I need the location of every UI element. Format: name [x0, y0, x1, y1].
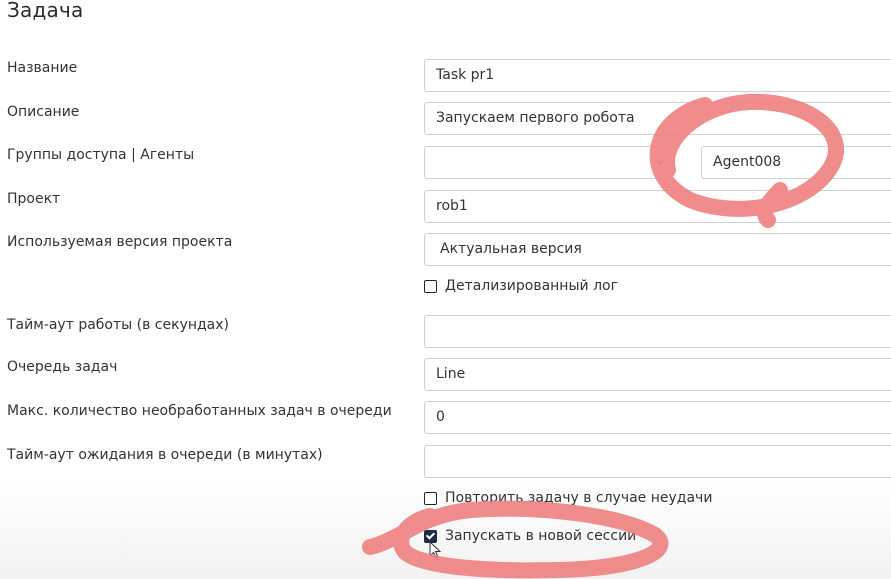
agent-select[interactable]: Agent008	[701, 146, 891, 179]
queue-label: Очередь задач	[7, 359, 118, 375]
description-input[interactable]: Запускаем первого робота	[424, 102, 891, 135]
project-version-label: Используемая версия проекта	[7, 234, 233, 250]
new-session-option[interactable]: Запускать в новой сессии	[424, 528, 636, 544]
project-input[interactable]: rob1	[424, 190, 891, 223]
page-title: Задача	[7, 0, 84, 22]
queue-wait-timeout-input[interactable]	[424, 445, 891, 478]
retry-on-failure-label: Повторить задачу в случае неудачи	[445, 490, 713, 506]
name-input[interactable]: Task pr1	[424, 59, 891, 92]
retry-on-failure-option[interactable]: Повторить задачу в случае неудачи	[424, 490, 712, 506]
project-version-select[interactable]: Актуальная версия	[424, 233, 891, 266]
detailed-log-option[interactable]: Детализированный лог	[424, 278, 618, 294]
queue-select[interactable]: Line	[424, 358, 891, 391]
access-group-select[interactable]	[424, 146, 671, 179]
timeout-input[interactable]	[424, 315, 891, 348]
access-groups-label: Группы доступа | Агенты	[7, 147, 195, 163]
name-label: Название	[7, 60, 78, 76]
queue-wait-timeout-label: Тайм-аут ожидания в очереди (в минутах)	[7, 447, 323, 463]
chevron-down-icon	[656, 161, 664, 166]
timeout-label: Тайм-аут работы (в секундах)	[7, 317, 230, 333]
project-label: Проект	[7, 191, 61, 207]
mouse-cursor-icon	[429, 541, 442, 559]
description-label: Описание	[7, 104, 80, 120]
new-session-label: Запускать в новой сессии	[445, 528, 637, 544]
detailed-log-label: Детализированный лог	[445, 278, 618, 294]
retry-on-failure-checkbox[interactable]	[424, 491, 437, 505]
max-unprocessed-input[interactable]: 0	[424, 401, 891, 434]
detailed-log-checkbox[interactable]	[424, 279, 437, 293]
max-unprocessed-label: Макс. количество необработанных задач в …	[7, 403, 392, 419]
